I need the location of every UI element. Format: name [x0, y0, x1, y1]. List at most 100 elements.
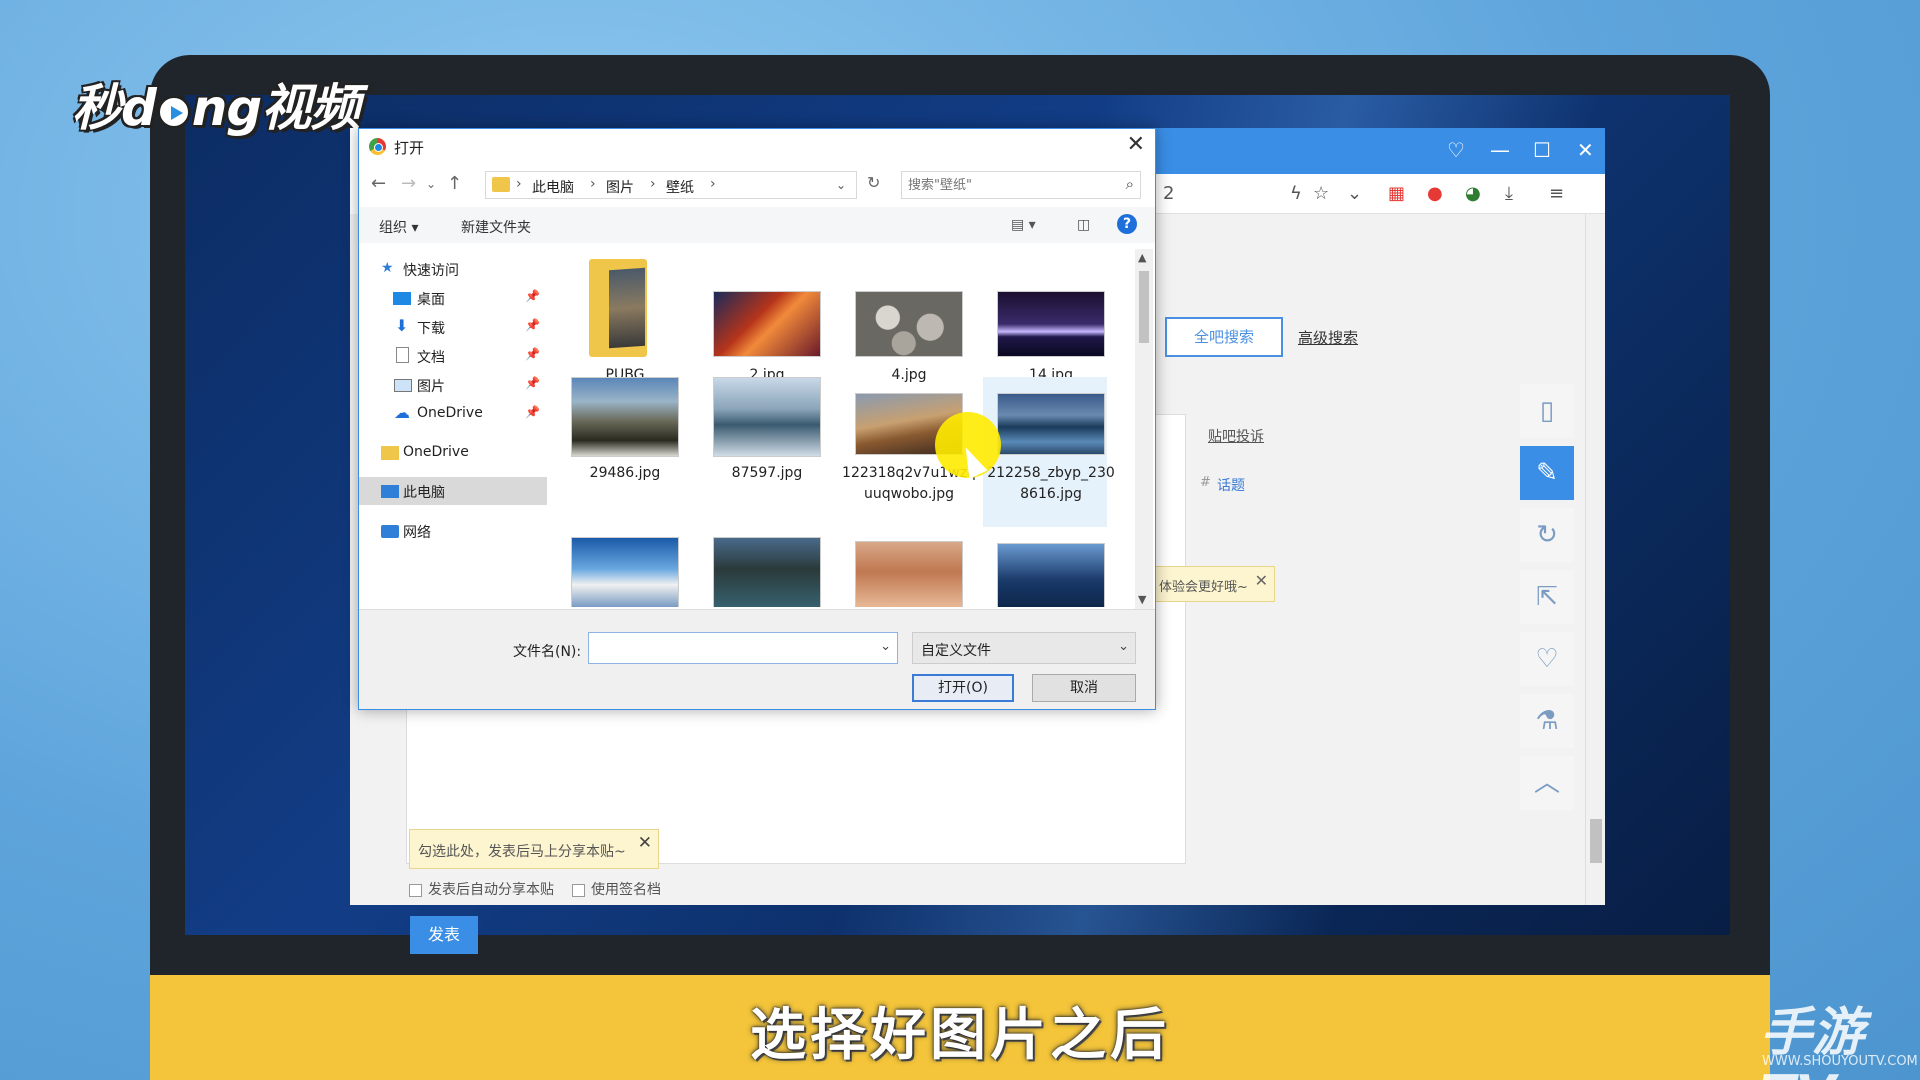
maximize-icon[interactable]: ☐: [1533, 138, 1551, 162]
browser-toolbar: 2 ϟ ☆ ⌄ ▦ ● ◕ ⤓ ≡: [1155, 174, 1605, 214]
pin-icon: 📌: [525, 347, 540, 361]
close-icon[interactable]: ✕: [638, 833, 652, 853]
edit-icon[interactable]: ✎: [1520, 446, 1574, 500]
menu-icon[interactable]: ≡: [1549, 183, 1564, 204]
scroll-down-icon[interactable]: ▼: [1138, 593, 1146, 606]
breadcrumb-pictures[interactable]: 图片: [606, 177, 634, 197]
dialog-title: 打开: [394, 139, 425, 157]
browser-scrollbar[interactable]: [1585, 214, 1605, 905]
image-thumbnail: [713, 377, 821, 457]
nav-item-network[interactable]: 网络: [359, 517, 547, 545]
open-button[interactable]: 打开(O): [912, 674, 1014, 702]
breadcrumb-this-pc[interactable]: 此电脑: [532, 177, 574, 197]
nav-item-onedrive[interactable]: OneDrive: [359, 439, 547, 467]
nav-item-onedrive-quick[interactable]: ☁ OneDrive 📌: [359, 400, 547, 428]
nav-item-desktop[interactable]: 桌面 📌: [359, 284, 547, 312]
search-box[interactable]: ⌕: [901, 171, 1141, 199]
phone-download-icon[interactable]: ▯: [1520, 384, 1574, 438]
address-bar[interactable]: › 此电脑 › 图片 › 壁纸 › ⌄: [485, 171, 857, 199]
search-icon[interactable]: ⌕: [1126, 175, 1134, 193]
file-item-image[interactable]: [557, 537, 681, 607]
filename-input[interactable]: ⌄: [588, 632, 898, 664]
chrome-icon: [369, 138, 386, 155]
cloud-icon: ☁: [394, 403, 410, 422]
navigation-pane: ★ 快速访问 桌面 📌 ⬇ 下载 📌 文档 📌 图片 📌 ☁ OneDrive …: [359, 255, 547, 605]
shirt-icon[interactable]: ♡: [1447, 138, 1465, 162]
close-icon[interactable]: ✕: [1577, 138, 1594, 162]
network-icon: [381, 525, 399, 538]
help-icon[interactable]: ?: [1117, 214, 1137, 234]
back-icon[interactable]: ←: [371, 173, 386, 194]
new-folder-button[interactable]: 新建文件夹: [461, 217, 531, 237]
image-thumbnail: [997, 543, 1105, 607]
file-item-image[interactable]: [841, 537, 965, 607]
chevron-down-icon[interactable]: ⌄: [836, 178, 846, 192]
nav-item-documents[interactable]: 文档 📌: [359, 342, 547, 370]
report-link[interactable]: 贴吧投诉: [1208, 426, 1264, 446]
file-item-image[interactable]: 87597.jpg: [699, 377, 823, 527]
topic-link[interactable]: 话题: [1217, 475, 1245, 495]
chevron-up-icon[interactable]: ︿: [1520, 756, 1574, 810]
desktop-icon: [393, 292, 411, 305]
share-icon[interactable]: ⇱: [1520, 570, 1574, 624]
side-rail: ▯ ✎ ↻ ⇱ ♡ ⚗ ︿: [1520, 384, 1574, 834]
advanced-search-link[interactable]: 高级搜索: [1298, 327, 1358, 348]
globe-icon[interactable]: ◕: [1465, 183, 1481, 204]
search-input[interactable]: [908, 176, 1108, 194]
download-icon[interactable]: ⤓: [1505, 183, 1513, 204]
signature-checkbox[interactable]: 使用签名档: [572, 879, 661, 899]
forward-icon[interactable]: →: [401, 173, 416, 194]
organize-menu[interactable]: 组织 ▾: [379, 217, 418, 237]
image-thumbnail: [571, 537, 679, 607]
auto-share-checkbox[interactable]: 发表后自动分享本贴: [409, 879, 554, 899]
image-thumbnail: [997, 393, 1105, 455]
cancel-button[interactable]: 取消: [1032, 674, 1136, 702]
document-icon: [396, 347, 409, 363]
file-item-image-hovered[interactable]: 212258_zbyp_2308616.jpg: [983, 377, 1115, 527]
flask-icon[interactable]: ⚗: [1520, 694, 1574, 748]
pin-icon: 📌: [525, 289, 540, 303]
ad-block-icon[interactable]: ●: [1427, 183, 1443, 204]
star-icon[interactable]: ☆: [1313, 183, 1329, 204]
image-thumbnail: [713, 291, 821, 357]
file-item-image[interactable]: [983, 537, 1107, 607]
close-icon[interactable]: ✕: [1127, 132, 1145, 157]
preview-pane-icon[interactable]: ◫: [1077, 217, 1090, 233]
chevron-down-icon[interactable]: ⌄: [1347, 183, 1362, 204]
browser-titlebar: ♡ — ☐ ✕: [1155, 128, 1605, 174]
chevron-down-icon[interactable]: ⌄: [880, 639, 891, 654]
refresh-icon[interactable]: ↻: [867, 173, 880, 192]
apps-grid-icon[interactable]: ▦: [1388, 183, 1405, 204]
filetype-select[interactable]: 自定义文件 ⌄: [912, 632, 1136, 664]
nav-item-downloads[interactable]: ⬇ 下载 📌: [359, 313, 547, 341]
download-icon: ⬇: [395, 316, 409, 335]
experience-tip: 体验会更好哦~ ✕: [1150, 566, 1275, 602]
video-logo: 秒d ng视频: [72, 79, 360, 137]
pin-icon: 📌: [525, 405, 540, 419]
post-button[interactable]: 发表: [410, 916, 478, 954]
recent-dropdown-icon[interactable]: ⌄: [426, 177, 436, 191]
filename-label: 文件名(N):: [513, 644, 582, 660]
up-icon[interactable]: ↑: [447, 173, 462, 194]
watermark-url: WWW.SHOUYOUTV.COM: [1762, 1054, 1918, 1069]
breadcrumb-wallpapers[interactable]: 壁纸: [666, 177, 694, 197]
heart-icon[interactable]: ♡: [1520, 632, 1574, 686]
chevron-down-icon[interactable]: ⌄: [1118, 639, 1129, 654]
dialog-footer: 文件名(N): ⌄ 自定义文件 ⌄ 打开(O) 取消: [359, 609, 1155, 709]
video-subtitle: 选择好图片之后: [750, 1003, 1170, 1068]
search-all-button[interactable]: 全吧搜索: [1165, 317, 1283, 357]
lightning-icon[interactable]: ϟ: [1290, 183, 1302, 204]
nav-item-quick-access[interactable]: ★ 快速访问: [359, 255, 547, 283]
nav-item-this-pc[interactable]: 此电脑: [359, 477, 547, 505]
file-item-image[interactable]: [699, 537, 823, 607]
file-item-image[interactable]: 29486.jpg: [557, 377, 681, 527]
view-options-icon[interactable]: ▤ ▾: [1011, 217, 1036, 233]
image-thumbnail: [855, 541, 963, 607]
file-list-scrollbar[interactable]: ▲ ▼: [1135, 249, 1153, 609]
scroll-up-icon[interactable]: ▲: [1138, 251, 1146, 264]
dialog-titlebar: 打开 ✕: [359, 129, 1155, 163]
minimize-icon[interactable]: —: [1490, 138, 1510, 162]
refresh-icon[interactable]: ↻: [1520, 508, 1574, 562]
close-icon[interactable]: ✕: [1255, 571, 1268, 590]
nav-item-pictures[interactable]: 图片 📌: [359, 371, 547, 399]
